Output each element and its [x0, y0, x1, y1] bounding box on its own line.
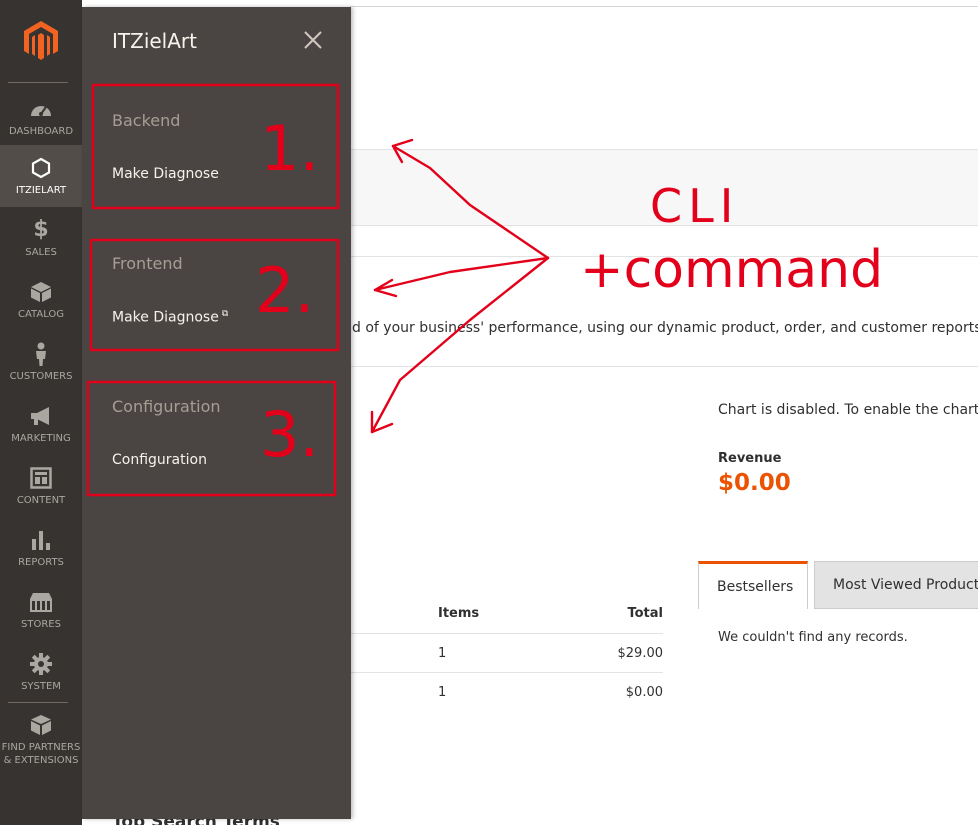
nav-item-label: DASHBOARD [8, 125, 74, 137]
magento-logo-icon[interactable] [0, 0, 82, 82]
link-label: Make Diagnose [112, 309, 219, 326]
nav-item-sales[interactable]: $ SALES [0, 207, 82, 269]
dashboard-icon [29, 97, 53, 121]
divider [350, 366, 978, 367]
row-items: 1 [438, 685, 447, 700]
divider [350, 256, 978, 257]
bar-chart-icon [29, 528, 53, 552]
blocks-icon [29, 713, 53, 737]
section-title-frontend: Frontend [112, 254, 183, 273]
table-row[interactable]: 1 $0.00 [350, 672, 663, 711]
submenu-title: ITZielArt [112, 29, 197, 53]
link-configuration[interactable]: Configuration [112, 452, 207, 468]
top-divider [350, 6, 978, 7]
revenue-label: Revenue [718, 451, 782, 466]
nav-item-label: CATALOG [17, 308, 65, 320]
nav-item-dashboard[interactable]: DASHBOARD [0, 86, 82, 148]
revenue-value: $0.00 [718, 470, 791, 496]
box-icon [29, 280, 53, 304]
admin-sidebar: DASHBOARD ITZIELART $ SALES CATALOG CUST… [0, 0, 82, 825]
nav-item-label: SYSTEM [21, 680, 61, 692]
column-header-items: Items [438, 606, 480, 621]
nav-item-label: CONTENT [16, 494, 66, 506]
section-title-backend: Backend [112, 111, 181, 130]
dashboard-intro-text: d of your business' performance, using o… [352, 320, 978, 336]
layout-icon [29, 466, 53, 490]
nav-item-marketing[interactable]: MARKETING [0, 393, 82, 455]
nav-item-reports[interactable]: REPORTS [0, 517, 82, 579]
nav-item-content[interactable]: CONTENT [0, 455, 82, 517]
nav-item-stores[interactable]: STORES [0, 579, 82, 641]
page-actions-bar [350, 149, 978, 226]
external-link-icon: ⧉ [221, 309, 229, 319]
nav-item-system[interactable]: SYSTEM [0, 641, 82, 703]
row-items: 1 [438, 646, 447, 661]
link-frontend-make-diagnose[interactable]: Make Diagnose ⧉ [112, 309, 228, 326]
gear-icon [29, 652, 53, 676]
nav-item-label: REPORTS [18, 556, 64, 568]
nav-item-label: STORES [21, 618, 61, 630]
nav-item-label: CUSTOMERS [9, 370, 73, 382]
nav-item-label: ITZIELART [15, 184, 67, 196]
dashboard-tabs: Bestsellers Most Viewed Products [698, 561, 978, 609]
chart-disabled-message: Chart is disabled. To enable the chart, … [718, 402, 978, 418]
megaphone-icon [29, 404, 53, 428]
nav-item-label: SALES [25, 246, 57, 258]
row-total: $29.00 [617, 646, 664, 661]
hexagon-icon [29, 156, 53, 180]
column-header-total: Total [627, 606, 663, 621]
table-row[interactable]: 1 $29.00 [350, 633, 663, 672]
store-icon [29, 590, 53, 614]
divider [8, 82, 68, 83]
nav-item-itzielart[interactable]: ITZIELART [0, 145, 82, 207]
nav-item-find-partners[interactable]: FIND PARTNERS & EXTENSIONS [0, 708, 82, 772]
itzielart-submenu: ITZielArt Backend Make Diagnose Frontend… [82, 7, 351, 819]
close-icon[interactable] [302, 29, 324, 51]
divider [8, 702, 68, 703]
nav-item-catalog[interactable]: CATALOG [0, 269, 82, 331]
nav-item-label: FIND PARTNERS & EXTENSIONS [1, 742, 81, 766]
person-icon [29, 342, 53, 366]
dollar-icon: $ [33, 217, 49, 242]
no-records-message: We couldn't find any records. [718, 630, 908, 645]
section-title-configuration: Configuration [112, 397, 221, 416]
tab-bestsellers[interactable]: Bestsellers [698, 561, 808, 609]
nav-item-label: MARKETING [11, 432, 71, 444]
tab-most-viewed-products[interactable]: Most Viewed Products [814, 561, 978, 609]
nav-item-customers[interactable]: CUSTOMERS [0, 331, 82, 393]
row-total: $0.00 [625, 685, 663, 700]
link-backend-make-diagnose[interactable]: Make Diagnose [112, 166, 219, 182]
